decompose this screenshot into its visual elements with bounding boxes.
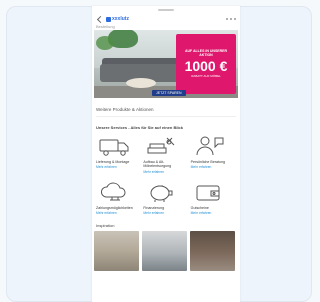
service-link[interactable]: Mehr erfahren (143, 170, 164, 174)
service-link[interactable]: Mehr erfahren (96, 165, 117, 169)
service-tile[interactable]: Lieferung & Montage Mehr erfahren (96, 134, 141, 174)
photo-strip (92, 230, 240, 271)
service-link[interactable]: Mehr erfahren (191, 165, 212, 169)
service-label: Gutscheine (190, 205, 209, 210)
mobile-page: xxxlutz Bestellung AUF ALLES IN UNSERER … (92, 6, 240, 302)
teaser-link[interactable]: Weitere Produkte & Aktionen (96, 102, 236, 117)
promo-amount: 1000 € (184, 58, 228, 74)
service-link[interactable]: Mehr erfahren (143, 211, 164, 215)
service-label: Finanzierung (143, 205, 165, 210)
promo-headline: AUF ALLES IN UNSERER AKTION (184, 49, 228, 57)
piggy-bank-icon (150, 185, 173, 202)
service-label: Zahlungsmöglichkeiten (96, 205, 133, 210)
inspiration-photo[interactable] (94, 230, 139, 271)
back-arrow-icon[interactable] (96, 15, 105, 23)
service-link[interactable]: Mehr erfahren (96, 211, 117, 215)
truck-icon (99, 139, 129, 156)
hero-banner[interactable]: AUF ALLES IN UNSERER AKTION 1000 € RABAT… (94, 30, 238, 98)
photos-title: Inspiration (96, 222, 115, 228)
cloud-payment-icon (100, 182, 126, 201)
service-tile[interactable]: Finanzierung Mehr erfahren (143, 180, 188, 215)
wallet-icon (196, 185, 220, 201)
service-label: Aufbau & Alt-Möbelentsorgung (143, 160, 172, 169)
service-tile[interactable]: Zahlungsmöglichkeiten Mehr erfahren (96, 180, 141, 215)
header-actions[interactable] (226, 18, 236, 20)
search-icon[interactable] (226, 18, 228, 20)
service-tile[interactable]: Gutscheine Mehr erfahren (191, 180, 236, 215)
services-title: Unsere Services - Alles für Sie auf eine… (96, 125, 183, 130)
service-tile[interactable]: Aufbau & Alt-Möbelentsorgung Mehr erfahr… (143, 134, 188, 174)
logo-text: xxxlutz (112, 16, 129, 22)
advisor-icon (196, 136, 224, 156)
menu-icon[interactable] (234, 18, 236, 20)
services-grid: Lieferung & Montage Mehr erfahren Aufbau… (92, 134, 240, 215)
top-bar: xxxlutz (92, 14, 240, 24)
plant-decor (96, 36, 114, 50)
sofa-tools-icon (147, 137, 175, 154)
coffee-table-image (126, 78, 156, 88)
hero-cta-button[interactable]: JETZT SPAREN (152, 90, 186, 96)
status-bar (92, 6, 240, 14)
service-label: Lieferung & Montage (96, 160, 130, 164)
account-icon[interactable] (230, 18, 232, 20)
promo-badge: AUF ALLES IN UNSERER AKTION 1000 € RABAT… (176, 34, 236, 94)
inspiration-photo[interactable] (142, 230, 187, 271)
logo-mark-icon (106, 16, 111, 22)
notch (158, 9, 174, 11)
service-tile[interactable]: Persönliche Beratung Mehr erfahren (191, 134, 236, 174)
brand-logo[interactable]: xxxlutz (106, 16, 129, 22)
promo-note: RABATT AUF MÖBEL (191, 74, 221, 78)
service-label: Persönliche Beratung (190, 160, 226, 164)
service-link[interactable]: Mehr erfahren (191, 211, 212, 215)
inspiration-photo[interactable] (190, 230, 235, 271)
